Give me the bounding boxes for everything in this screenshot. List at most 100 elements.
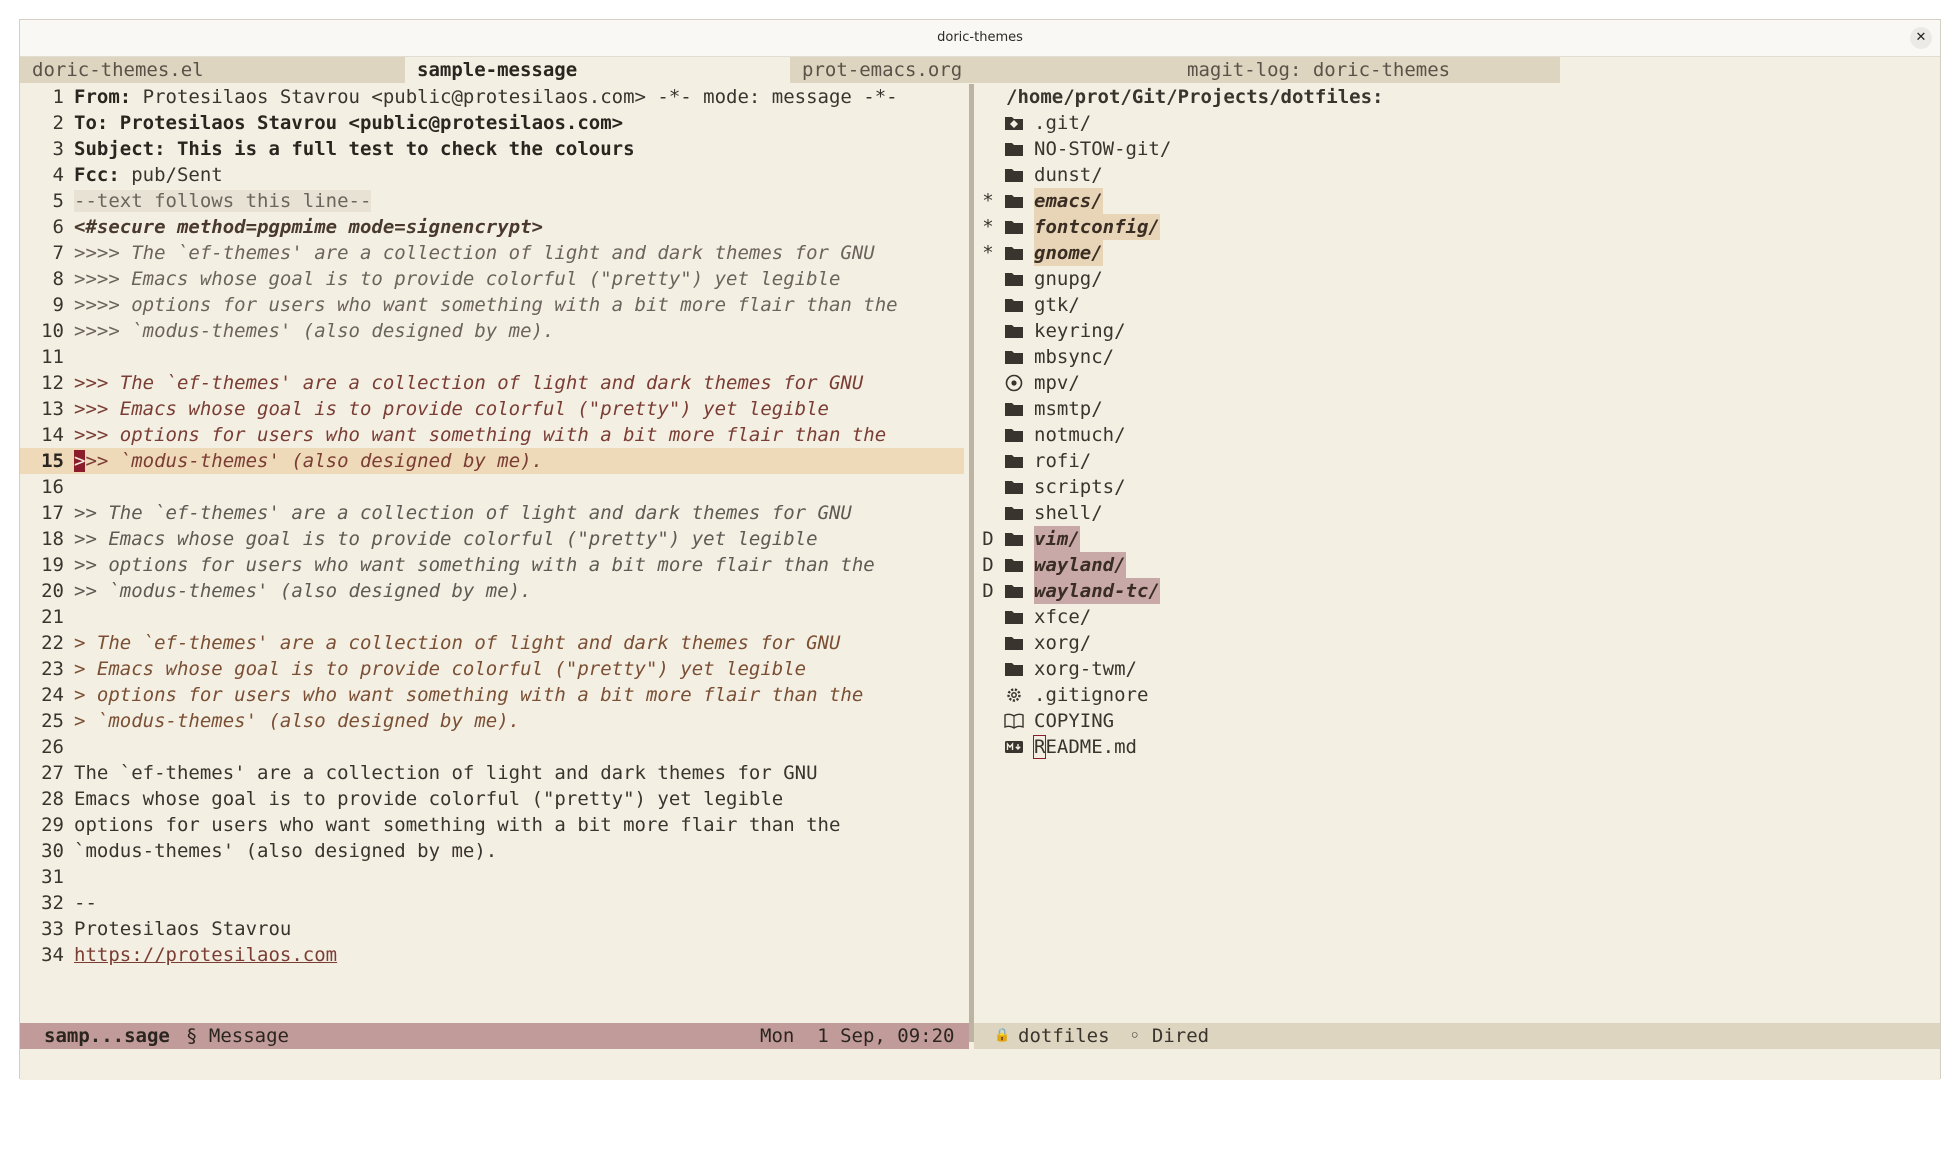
message-line[interactable]: 18 >> Emacs whose goal is to provide colo…	[20, 526, 969, 552]
dired-entry[interactable]: * emacs/	[974, 188, 1940, 214]
dired-buffer[interactable]: /home/prot/Git/Projects/dotfiles: .git/NO…	[974, 84, 1940, 1024]
tab-prot-emacs-org[interactable]: prot-emacs.org	[790, 57, 1175, 83]
dired-filename[interactable]: mbsync/	[1034, 344, 1114, 370]
message-line[interactable]: 17 >> The `ef-themes' are a collection of…	[20, 500, 969, 526]
message-line[interactable]: 23 > Emacs whose goal is to provide color…	[20, 656, 969, 682]
dired-filename[interactable]: xorg-twm/	[1034, 656, 1137, 682]
message-line[interactable]: 10 >>>> `modus-themes' (also designed by …	[20, 318, 969, 344]
dired-filename[interactable]: gnupg/	[1034, 266, 1103, 292]
dired-entry[interactable]: .git/	[974, 110, 1940, 136]
dired-filename[interactable]: .gitignore	[1034, 682, 1148, 708]
message-line[interactable]: 28 Emacs whose goal is to provide colorfu…	[20, 786, 969, 812]
dired-entry[interactable]: * gnome/	[974, 240, 1940, 266]
message-line[interactable]: 8 >>>> Emacs whose goal is to provide col…	[20, 266, 969, 292]
message-line[interactable]: 1 From: Protesilaos Stavrou <public@prote…	[20, 84, 969, 110]
text-segment: This is a full test to check the colours	[176, 138, 635, 160]
dired-entry[interactable]: mbsync/	[974, 344, 1940, 370]
message-line[interactable]: 30 `modus-themes' (also designed by me).	[20, 838, 969, 864]
dired-filename[interactable]: wayland/	[1034, 552, 1126, 578]
dired-entry[interactable]: notmuch/	[974, 422, 1940, 448]
message-line[interactable]: 26	[20, 734, 969, 760]
dired-filename[interactable]: gtk/	[1034, 292, 1080, 318]
dired-entry[interactable]: keyring/	[974, 318, 1940, 344]
dired-filename[interactable]: notmuch/	[1034, 422, 1126, 448]
dired-entry[interactable]: mpv/	[974, 370, 1940, 396]
line-text: https://protesilaos.com	[74, 942, 337, 968]
dired-filename[interactable]: .git/	[1034, 110, 1091, 136]
dired-entry[interactable]: rofi/	[974, 448, 1940, 474]
message-buffer[interactable]: 1 From: Protesilaos Stavrou <public@prote…	[20, 84, 969, 1024]
message-line[interactable]: 3 Subject: This is a full test to check t…	[20, 136, 969, 162]
modeline-left[interactable]: samp...sage § Message Mon 1 Sep, 09:20	[20, 1023, 969, 1049]
dired-filename[interactable]: gnome/	[1034, 240, 1103, 266]
dired-filename[interactable]: emacs/	[1034, 188, 1103, 214]
url-link[interactable]: https://protesilaos.com	[74, 944, 337, 966]
dired-entry[interactable]: scripts/	[974, 474, 1940, 500]
dired-entry[interactable]: NO-STOW-git/	[974, 136, 1940, 162]
message-line[interactable]: 6 <#secure method=pgpmime mode=signencryp…	[20, 214, 969, 240]
line-text: Protesilaos Stavrou	[74, 916, 291, 942]
close-button[interactable]: ✕	[1910, 27, 1932, 49]
message-line[interactable]: 25 > `modus-themes' (also designed by me)…	[20, 708, 969, 734]
dired-filename[interactable]: xfce/	[1034, 604, 1091, 630]
dired-filename[interactable]: README.md	[1032, 734, 1137, 760]
dired-filename[interactable]: NO-STOW-git/	[1034, 136, 1171, 162]
modeline-right[interactable]: 🔒 dotfiles ◦ Dired	[974, 1023, 1940, 1049]
dired-entry[interactable]: Dwayland-tc/	[974, 578, 1940, 604]
dired-entry[interactable]: dunst/	[974, 162, 1940, 188]
dired-entry[interactable]: shell/	[974, 500, 1940, 526]
message-line[interactable]: 32 --	[20, 890, 969, 916]
dired-filename[interactable]: COPYING	[1034, 708, 1114, 734]
message-line[interactable]: 2 To: Protesilaos Stavrou <public@protesi…	[20, 110, 969, 136]
message-line[interactable]: 24 > options for users who want something…	[20, 682, 969, 708]
message-line[interactable]: 21	[20, 604, 969, 630]
message-line[interactable]: 5 --text follows this line--	[20, 188, 969, 214]
message-line[interactable]: 34 https://protesilaos.com	[20, 942, 969, 968]
dired-filename[interactable]: rofi/	[1034, 448, 1091, 474]
message-line[interactable]: 15 >>> `modus-themes' (also designed by m…	[20, 448, 964, 474]
message-line[interactable]: 19 >> options for users who want somethin…	[20, 552, 969, 578]
dired-filename[interactable]: dunst/	[1034, 162, 1103, 188]
dired-entry[interactable]: xorg-twm/	[974, 656, 1940, 682]
message-line[interactable]: 29 options for users who want something w…	[20, 812, 969, 838]
dired-filename[interactable]: vim/	[1034, 526, 1080, 552]
dired-entry[interactable]: README.md	[974, 734, 1940, 760]
dired-filename[interactable]: scripts/	[1034, 474, 1126, 500]
message-line[interactable]: 33 Protesilaos Stavrou	[20, 916, 969, 942]
dired-filename[interactable]: keyring/	[1034, 318, 1126, 344]
dired-entry[interactable]: gtk/	[974, 292, 1940, 318]
tab-sample-message[interactable]: sample-message	[405, 57, 790, 83]
dired-filename[interactable]: msmtp/	[1034, 396, 1103, 422]
dired-filename[interactable]: fontconfig/	[1034, 214, 1160, 240]
tab-bar: doric-themes.el sample-message prot-emac…	[20, 57, 1940, 84]
dired-filename[interactable]: wayland-tc/	[1034, 578, 1160, 604]
message-line[interactable]: 7 >>>> The `ef-themes' are a collection o…	[20, 240, 969, 266]
message-line[interactable]: 31	[20, 864, 969, 890]
dired-entry[interactable]: xorg/	[974, 630, 1940, 656]
dired-entry[interactable]: msmtp/	[974, 396, 1940, 422]
line-text: Fcc: pub/Sent	[74, 162, 223, 188]
dired-entry[interactable]: COPYING	[974, 708, 1940, 734]
message-line[interactable]: 11	[20, 344, 969, 370]
dired-entry[interactable]: Dwayland/	[974, 552, 1940, 578]
dired-filename[interactable]: xorg/	[1034, 630, 1091, 656]
echo-area[interactable]	[20, 1050, 1940, 1080]
dired-filename[interactable]: mpv/	[1034, 370, 1080, 396]
message-line[interactable]: 20 >> `modus-themes' (also designed by me…	[20, 578, 969, 604]
dired-entry[interactable]: * fontconfig/	[974, 214, 1940, 240]
tab-magit-log[interactable]: magit-log: doric-themes	[1175, 57, 1560, 83]
dired-entry[interactable]: gnupg/	[974, 266, 1940, 292]
dired-entry[interactable]: xfce/	[974, 604, 1940, 630]
message-line[interactable]: 12 >>> The `ef-themes' are a collection o…	[20, 370, 969, 396]
message-line[interactable]: 27 The `ef-themes' are a collection of li…	[20, 760, 969, 786]
message-line[interactable]: 9 >>>> options for users who want somethi…	[20, 292, 969, 318]
dired-entry[interactable]: .gitignore	[974, 682, 1940, 708]
message-line[interactable]: 16	[20, 474, 969, 500]
message-line[interactable]: 22 > The `ef-themes' are a collection of …	[20, 630, 969, 656]
message-line[interactable]: 13 >>> Emacs whose goal is to provide col…	[20, 396, 969, 422]
tab-doric-themes-el[interactable]: doric-themes.el	[20, 57, 405, 83]
message-line[interactable]: 14 >>> options for users who want somethi…	[20, 422, 969, 448]
message-line[interactable]: 4 Fcc: pub/Sent	[20, 162, 969, 188]
dired-entry[interactable]: Dvim/	[974, 526, 1940, 552]
dired-filename[interactable]: shell/	[1034, 500, 1103, 526]
